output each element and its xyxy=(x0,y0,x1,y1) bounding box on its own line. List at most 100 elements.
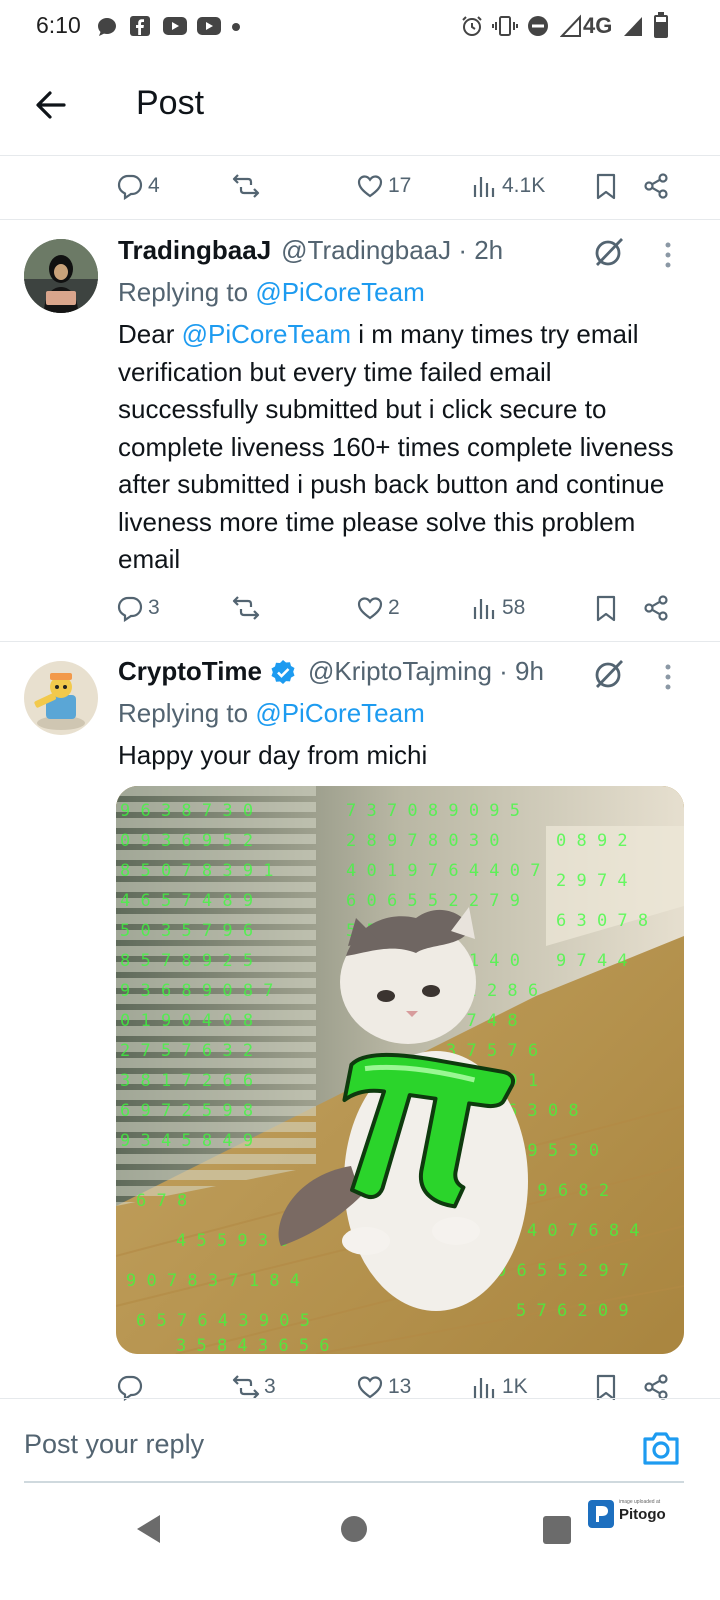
tweet-body-text: Happy your day from michi xyxy=(118,740,428,770)
author-name[interactable]: TradingbaaJ xyxy=(118,235,271,266)
signal-icon xyxy=(560,14,581,37)
avatar[interactable] xyxy=(24,661,98,735)
reply-input-underline xyxy=(24,1481,684,1483)
repost-button[interactable] xyxy=(232,578,264,638)
youtube-notification-icon xyxy=(163,17,187,35)
alarm-icon xyxy=(462,16,482,36)
svg-text:2 9 7 4: 2 9 7 4 xyxy=(556,871,628,891)
top-app-bar: Post xyxy=(0,52,720,156)
bookmark-icon xyxy=(596,173,616,200)
svg-text:2 7 5 7 6 3 2: 2 7 5 7 6 3 2 xyxy=(120,1041,253,1061)
watermark-small-text: image uploaded at xyxy=(619,1499,661,1505)
avatar[interactable] xyxy=(24,239,98,313)
repost-icon xyxy=(232,596,260,620)
network-type-label: 4G xyxy=(583,13,613,38)
reply-button[interactable]: 4 xyxy=(116,156,160,216)
svg-text:7 3 7 0 8 9 0 9 5: 7 3 7 0 8 9 0 9 5 xyxy=(346,801,520,821)
bookmark-button[interactable] xyxy=(592,578,620,638)
repost-icon xyxy=(232,1375,260,1399)
like-icon xyxy=(357,597,383,620)
more-icon[interactable] xyxy=(663,240,673,270)
share-button[interactable] xyxy=(642,578,670,638)
divider xyxy=(0,219,720,220)
tweet-body-text: i m many times try email verification bu… xyxy=(118,319,674,574)
svg-text:6 5 7 6 4 3 9 0 5: 6 5 7 6 4 3 9 0 5 xyxy=(136,1311,310,1331)
reply-icon xyxy=(117,174,143,200)
grok-icon[interactable] xyxy=(592,657,626,691)
replying-to-mention[interactable]: @PiCoreTeam xyxy=(255,698,424,728)
camera-icon[interactable] xyxy=(640,1427,682,1469)
svg-text:9 3 4 5 8 4 9: 9 3 4 5 8 4 9 xyxy=(120,1131,253,1151)
svg-text:0 8 9 2: 0 8 9 2 xyxy=(556,831,628,851)
cat-pi-image: 9 6 3 8 7 3 0 0 9 3 6 9 5 2 8 5 0 7 8 3 … xyxy=(116,786,684,1354)
replying-to-line: Replying to @PiCoreTeam xyxy=(118,698,425,729)
svg-text:8 5 7 8 9 2 5: 8 5 7 8 9 2 5 xyxy=(120,951,253,971)
nav-recents-icon[interactable] xyxy=(542,1515,572,1545)
chat-notification-icon xyxy=(98,18,116,36)
reply-count: 4 xyxy=(148,174,160,197)
svg-text:3 5 8 4 3 6 5 6: 3 5 8 4 3 6 5 6 xyxy=(176,1336,330,1354)
share-icon xyxy=(644,595,668,621)
replying-to-mention[interactable]: @PiCoreTeam xyxy=(255,277,424,307)
signal-icon-2 xyxy=(624,17,642,36)
grok-icon[interactable] xyxy=(592,235,626,269)
repost-icon xyxy=(232,174,260,198)
svg-text:6 3 0 7 8: 6 3 0 7 8 xyxy=(556,911,648,931)
views-button[interactable]: 4.1K xyxy=(470,156,545,216)
reply-input[interactable]: Post your reply xyxy=(24,1429,204,1460)
more-notifications-dot-icon xyxy=(232,23,240,31)
svg-text:6 9 7 2 5 9 8: 6 9 7 2 5 9 8 xyxy=(120,1101,253,1121)
like-button[interactable]: 2 xyxy=(356,578,400,638)
author-name[interactable]: CryptoTime xyxy=(118,656,262,687)
nav-home-icon[interactable] xyxy=(340,1515,368,1543)
views-count: 1K xyxy=(502,1375,528,1398)
like-count: 13 xyxy=(388,1375,412,1398)
svg-text:0 6 5 5 2 9 7: 0 6 5 5 2 9 7 xyxy=(496,1261,629,1281)
avatar-image xyxy=(24,239,98,313)
like-button[interactable]: 17 xyxy=(356,156,411,216)
svg-text:9 7 4 4: 9 7 4 4 xyxy=(556,951,628,971)
author-handle-time: @TradingbaaJ · 2h xyxy=(281,235,504,265)
repost-button[interactable] xyxy=(232,156,264,216)
share-icon xyxy=(644,173,668,199)
status-bar: 6:10 4G xyxy=(0,0,720,52)
tweet-body-mention[interactable]: @PiCoreTeam xyxy=(182,319,351,349)
tweet-author-line: CryptoTime @KriptoTajming · 9h xyxy=(118,656,544,687)
like-icon xyxy=(357,175,383,198)
svg-text:5 7 6 2 0 9: 5 7 6 2 0 9 xyxy=(516,1301,629,1321)
replying-to-line: Replying to @PiCoreTeam xyxy=(118,277,425,308)
svg-text:4 0 1 9 7 6 4 4 0 7: 4 0 1 9 7 6 4 4 0 7 xyxy=(346,861,540,881)
svg-text:4 6 5 7 4 8 9: 4 6 5 7 4 8 9 xyxy=(120,891,253,911)
system-navigation-bar: image uploaded at Pitogo xyxy=(0,1498,720,1600)
bookmark-button[interactable] xyxy=(592,156,620,216)
views-button[interactable]: 58 xyxy=(470,578,525,638)
views-count: 58 xyxy=(502,596,526,619)
views-count: 4.1K xyxy=(502,174,546,197)
more-icon[interactable] xyxy=(663,662,673,692)
battery-icon xyxy=(654,12,668,38)
share-button[interactable] xyxy=(642,156,670,216)
svg-text:6 7 8: 6 7 8 xyxy=(136,1191,187,1211)
avatar-image xyxy=(24,661,98,735)
svg-text:6 0 6 5 5 2 2 7 9: 6 0 6 5 5 2 2 7 9 xyxy=(346,891,520,911)
reply-icon xyxy=(117,596,143,622)
reply-button[interactable]: 3 xyxy=(116,578,160,638)
tweet-media-image[interactable]: 9 6 3 8 7 3 0 0 9 3 6 9 5 2 8 5 0 7 8 3 … xyxy=(116,786,684,1354)
facebook-notification-icon xyxy=(130,16,150,36)
watermark-text: Pitogo xyxy=(619,1506,666,1523)
back-arrow-icon[interactable] xyxy=(30,84,72,126)
nav-back-icon[interactable] xyxy=(132,1512,166,1546)
svg-text:2 8 9 7 8 0 3 0: 2 8 9 7 8 0 3 0 xyxy=(346,831,500,851)
reply-icon xyxy=(117,1375,143,1401)
svg-text:9 0 7 8 3 7 1 8 4: 9 0 7 8 3 7 1 8 4 xyxy=(126,1271,300,1291)
views-icon xyxy=(473,177,495,197)
svg-text:4 5 5 9 3 0: 4 5 5 9 3 0 xyxy=(176,1231,289,1251)
replying-prefix: Replying to xyxy=(118,698,249,728)
like-icon xyxy=(357,1376,383,1399)
reply-composer: Post your reply xyxy=(0,1398,720,1498)
tweet-body: Dear @PiCoreTeam i m many times try emai… xyxy=(118,316,698,579)
bookmark-icon xyxy=(596,1374,616,1401)
vibrate-icon xyxy=(492,16,518,36)
like-count: 2 xyxy=(388,596,400,619)
svg-text:5 0 3 5 7 9 6: 5 0 3 5 7 9 6 xyxy=(120,921,253,941)
